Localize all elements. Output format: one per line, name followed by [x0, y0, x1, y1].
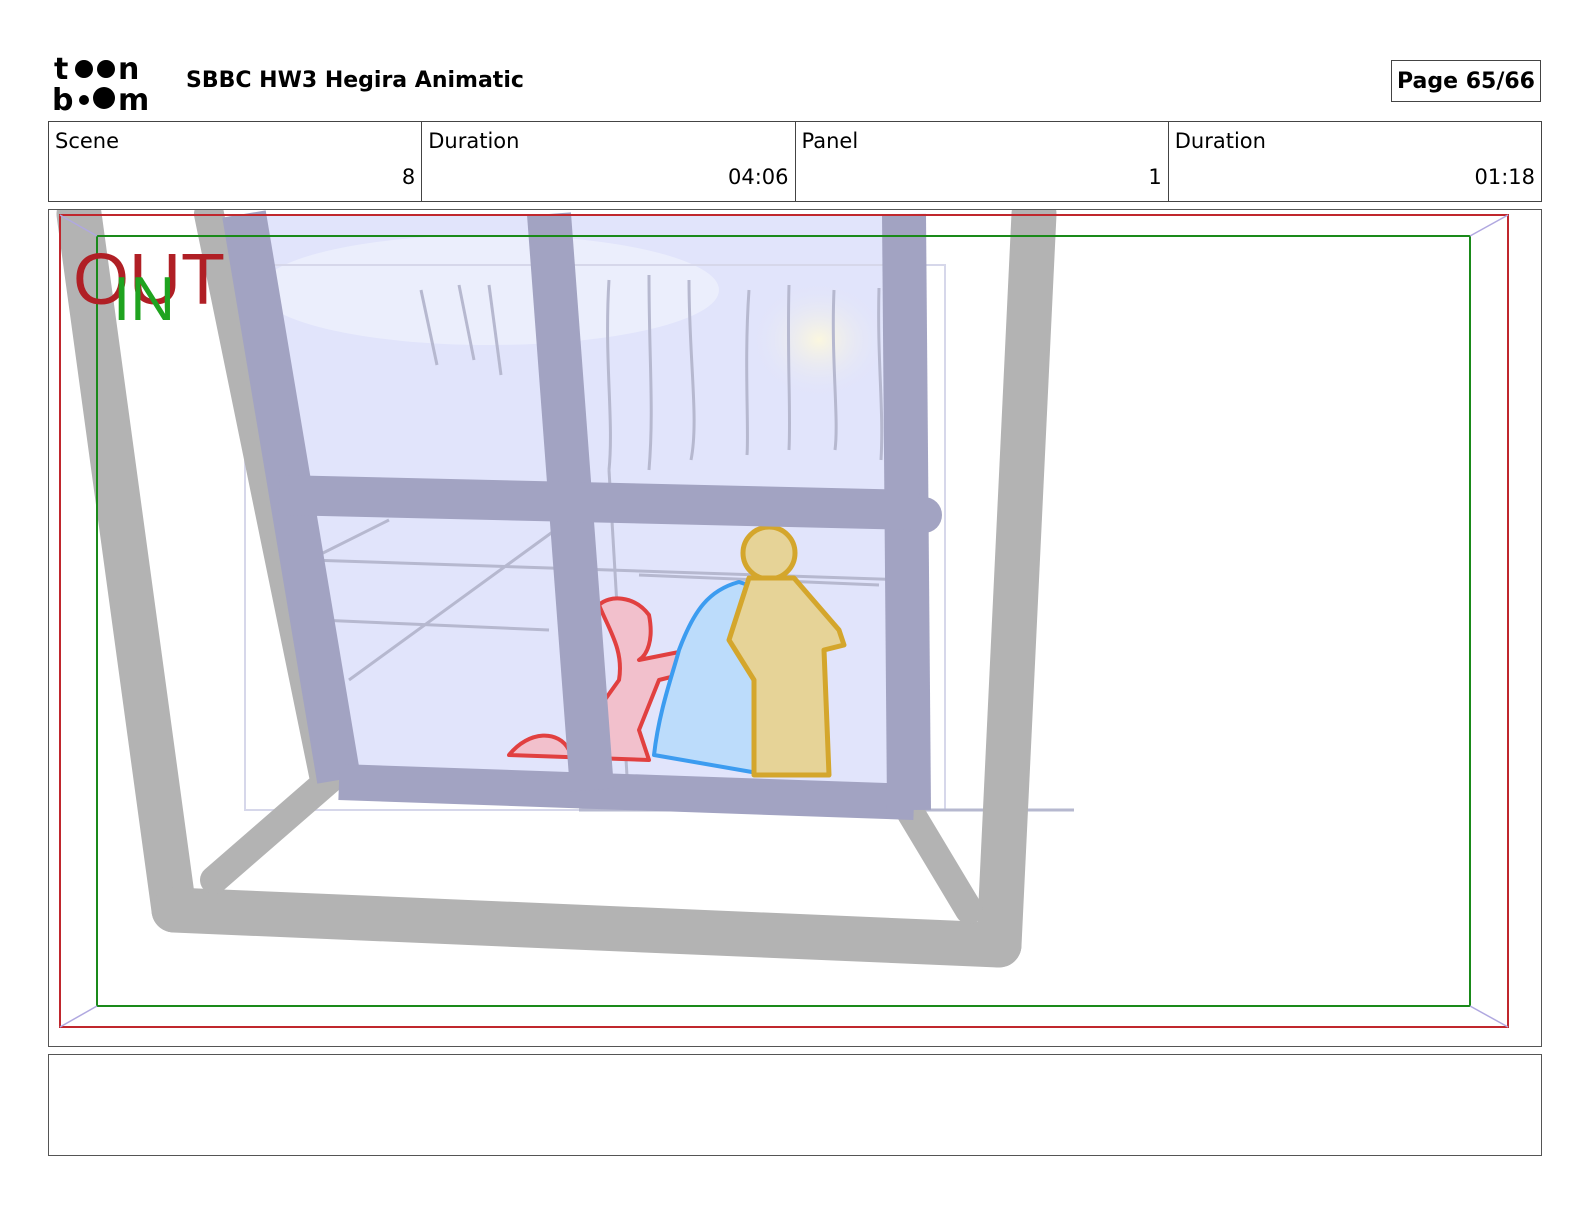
panel-cell: Panel 1 — [796, 122, 1169, 201]
scene-duration-value: 04:06 — [727, 165, 789, 189]
scene-cell: Scene 8 — [49, 122, 423, 201]
svg-text:t: t — [54, 52, 68, 87]
svg-text:n: n — [118, 52, 139, 87]
in-frame-label: IN — [113, 265, 175, 334]
panel-notes-box — [48, 1054, 1542, 1156]
panel-label: Panel — [801, 129, 859, 153]
panel-duration-label: Duration — [1174, 129, 1266, 153]
moon-glow — [749, 280, 889, 400]
panel-duration-cell: Duration 01:18 — [1169, 122, 1541, 201]
panel-artwork: OUT IN — [56, 210, 1509, 1028]
panel-duration-value: 01:18 — [1474, 165, 1535, 189]
document-title: SBBC HW3 Hegira Animatic — [186, 68, 524, 93]
svg-text:m: m — [118, 83, 149, 112]
storyboard-panel: OUT IN — [48, 209, 1542, 1047]
scene-label: Scene — [55, 129, 120, 153]
page-indicator: Page 65/66 — [1391, 60, 1541, 102]
scene-value: 8 — [401, 165, 416, 189]
scene-duration-label: Duration — [428, 129, 520, 153]
svg-text:b: b — [52, 83, 73, 112]
panel-info-row: Scene 8 Duration 04:06 Panel 1 Duration … — [48, 121, 1542, 202]
panel-value: 1 — [1148, 165, 1162, 189]
window-latch — [906, 497, 942, 533]
toonboom-logo: t n b m — [52, 52, 149, 112]
scene-duration-cell: Duration 04:06 — [422, 122, 796, 201]
